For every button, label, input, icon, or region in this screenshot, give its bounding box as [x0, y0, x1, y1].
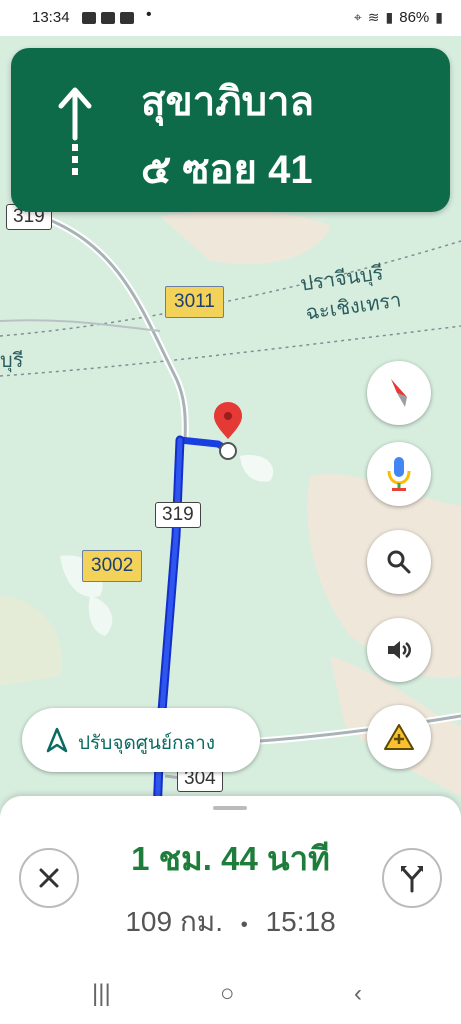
trip-details: 109 กม. • 15:18 [0, 900, 461, 944]
route-number-3011: 3011 [165, 286, 224, 318]
arrival-time: 15:18 [265, 906, 336, 937]
notification-icons [82, 11, 142, 25]
more-notifications-dot: • [146, 6, 152, 23]
signal-icon: ▮ [385, 9, 394, 25]
system-nav-bar: ||| ○ ‹ [0, 980, 461, 1024]
straight-arrow-icon [58, 87, 92, 175]
compass-icon [391, 379, 407, 407]
voice-button[interactable] [367, 442, 431, 506]
route-number-3002: 3002 [82, 550, 143, 582]
direction-banner[interactable]: สุขาภิบาล ๕ ซอย 41 [11, 48, 450, 212]
location-icon: ⌖ [353, 9, 362, 25]
place-buri-partial: บุรี [0, 350, 24, 372]
sound-button[interactable] [367, 618, 431, 682]
status-bar: 13:34 • ⌖ ≋ ▮ 86% ▮ [0, 0, 461, 36]
fork-route-icon [401, 866, 423, 893]
microphone-icon [387, 457, 411, 491]
navigation-arrow-icon [46, 727, 68, 753]
road-label-319: 319 [155, 502, 201, 528]
sheet-drag-handle[interactable] [213, 806, 247, 810]
recenter-button[interactable]: ปรับจุดศูนย์กลาง [22, 708, 260, 772]
trip-sheet[interactable]: 1 ชม. 44 นาที 109 กม. • 15:18 ||| ○ ‹ [0, 796, 461, 1024]
home-button[interactable]: ○ [220, 980, 235, 1008]
battery-percent: 86% [399, 9, 430, 26]
status-time: 13:34 [32, 9, 70, 26]
compass-button[interactable] [367, 361, 431, 425]
speaker-icon [388, 641, 411, 659]
trip-separator: • [240, 914, 248, 936]
alternate-routes-button[interactable] [382, 848, 442, 908]
back-button[interactable]: ‹ [354, 980, 362, 1008]
report-incident-icon [384, 724, 414, 750]
search-button[interactable] [367, 530, 431, 594]
battery-icon: ▮ [435, 9, 443, 25]
recent-apps-button[interactable]: ||| [92, 980, 111, 1008]
street-name-line2: ๕ ซอย 41 [141, 148, 313, 192]
search-icon [387, 550, 411, 574]
status-right: ⌖ ≋ ▮ 86% ▮ [354, 9, 443, 26]
report-incident-button[interactable] [367, 705, 431, 769]
wifi-icon: ≋ [367, 9, 380, 25]
recenter-label: ปรับจุดศูนย์กลาง [78, 733, 216, 754]
street-name-line1: สุขาภิบาล [141, 80, 314, 124]
trip-distance: 109 กม. [125, 906, 224, 937]
